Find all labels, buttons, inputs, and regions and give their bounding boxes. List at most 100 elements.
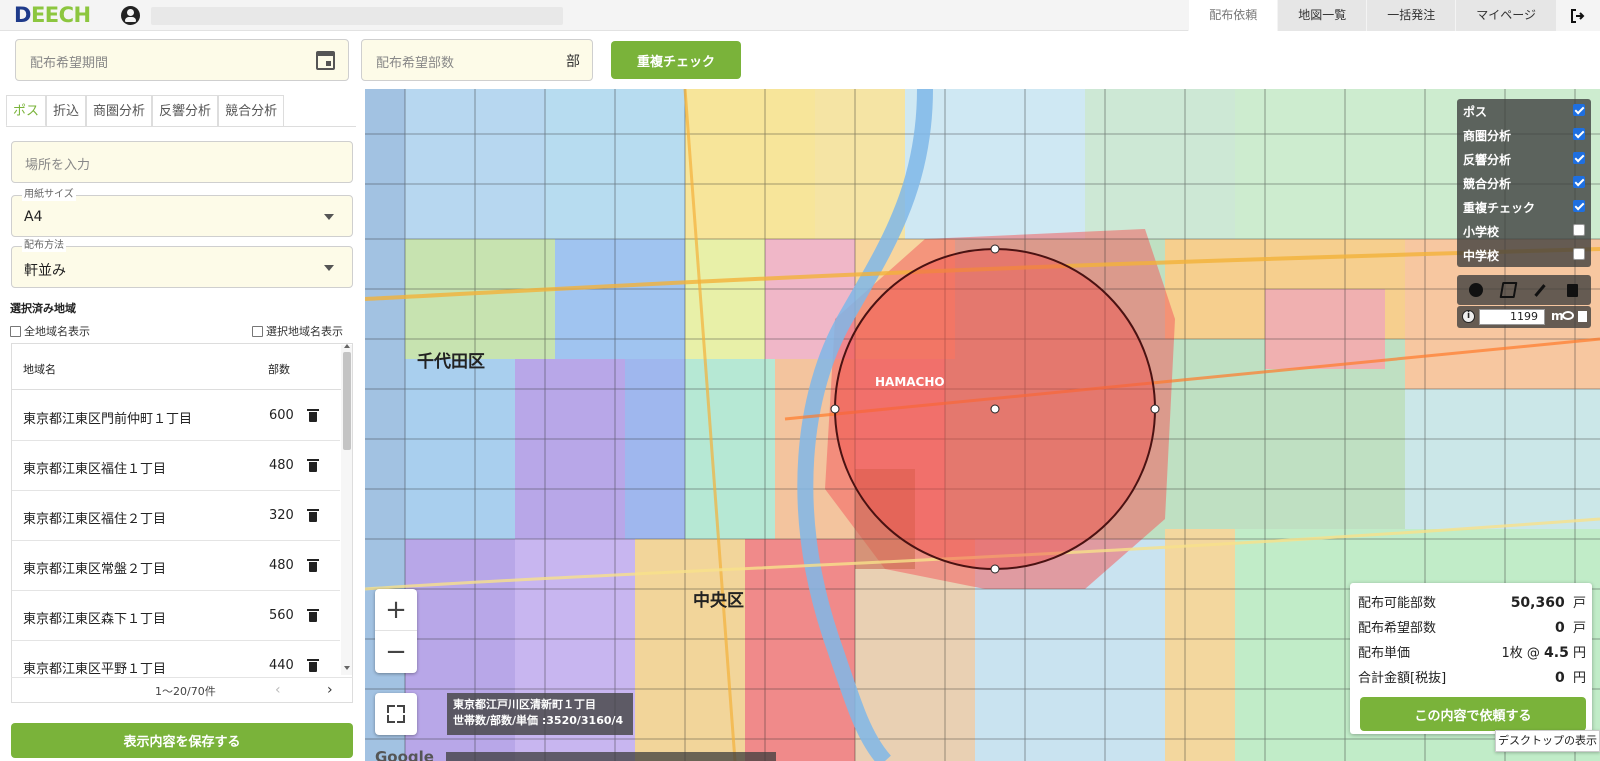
tab-competitor[interactable]: 競合分析 <box>218 95 285 127</box>
analysis-tabs: ポス 折込 商圏分析 反響分析 競合分析 <box>6 95 285 127</box>
tab-trade-area[interactable]: 商圏分析 <box>86 95 153 127</box>
layer-trade-area[interactable]: 商圏分析 <box>1463 123 1589 147</box>
checkbox-icon[interactable] <box>1573 176 1585 188</box>
tab-divider <box>6 126 356 127</box>
nav-tab-distribution-request[interactable]: 配布依頼 <box>1188 0 1278 31</box>
draw-polygon-icon[interactable] <box>1495 278 1521 302</box>
distribution-copies-placeholder: 配布希望部数 <box>376 56 455 71</box>
layer-junior-high-school[interactable]: 中学校 <box>1463 243 1589 267</box>
distribution-period-field[interactable]: 配布希望期間 <box>15 39 349 81</box>
scroll-down-icon[interactable] <box>344 666 350 670</box>
info-icon[interactable]: i <box>1462 310 1475 323</box>
trash-icon[interactable] <box>1559 278 1585 302</box>
trash-icon[interactable] <box>307 609 319 623</box>
map-label-chiyoda: 千代田区 <box>417 352 485 372</box>
eye-off-icon[interactable] <box>1562 311 1574 320</box>
nav-tab-map-list[interactable]: 地図一覧 <box>1277 0 1367 31</box>
col-copies: 部数 <box>268 363 290 376</box>
summary-total: 合計金額[税抜] 0 円 <box>1358 670 1586 686</box>
calendar-icon[interactable] <box>316 51 335 70</box>
chevron-down-icon <box>324 265 334 271</box>
layer-elementary-school[interactable]: 小学校 <box>1463 219 1589 243</box>
map-label-chuo: 中央区 <box>693 591 744 611</box>
area-name: 東京都江東区福住１丁目 <box>23 462 167 477</box>
table-row: 東京都江東区森下１丁目 560 <box>12 591 340 641</box>
chevron-left-icon[interactable]: ‹ <box>275 682 281 698</box>
user-icon[interactable] <box>121 6 140 25</box>
area-name: 東京都江東区森下１丁目 <box>23 612 167 627</box>
table-row: 東京都江東区常盤２丁目 480 <box>12 541 340 591</box>
hover-area-stats: 世帯数/部数/単価 :3520/3160/4 <box>453 714 624 727</box>
selected-areas-table: 地域名 部数 東京都江東区門前仲町１丁目 600 東京都江東区福住１丁目 480… <box>11 343 353 677</box>
table-row: 東京都江東区福住２丁目 320 <box>12 491 340 541</box>
tab-response[interactable]: 反響分析 <box>152 95 219 127</box>
duplicate-check-button[interactable]: 重複チェック <box>611 41 741 79</box>
show-all-names-label: 全地域名表示 <box>24 325 90 338</box>
layer-competitor[interactable]: 競合分析 <box>1463 171 1589 195</box>
summary-requested: 配布希望部数 0 戸 <box>1358 620 1586 636</box>
trash-icon[interactable] <box>307 509 319 523</box>
draw-circle-icon[interactable] <box>1463 278 1489 302</box>
zoom-out-button[interactable]: − <box>375 631 417 673</box>
paper-size-value: A4 <box>24 209 43 225</box>
logout-button[interactable] <box>1556 0 1600 31</box>
table-row: 東京都江東区福住１丁目 480 <box>12 441 340 491</box>
nav-tab-my-page[interactable]: マイページ <box>1455 0 1556 31</box>
layer-response[interactable]: 反響分析 <box>1463 147 1589 171</box>
distribution-method-label: 配布方法 <box>22 240 66 252</box>
show-selected-names-checkbox[interactable]: 選択地域名表示 <box>252 323 343 339</box>
place-search-placeholder: 場所を入力 <box>25 158 91 173</box>
paper-size-label: 用紙サイズ <box>22 189 76 201</box>
area-count: 440 <box>269 658 294 673</box>
trash-icon[interactable] <box>307 459 319 473</box>
table-row: 東京都江東区門前仲町１丁目 600 <box>12 391 340 441</box>
checkbox-icon[interactable] <box>10 325 21 337</box>
draw-line-icon[interactable] <box>1527 278 1553 302</box>
nav-tab-bulk-order[interactable]: 一括発注 <box>1366 0 1456 31</box>
trash-icon[interactable] <box>307 559 319 573</box>
place-search-input[interactable]: 場所を入力 <box>11 141 353 183</box>
map-label-hamacho: HAMACHO <box>875 375 945 389</box>
pager-info: 1～20/70件 <box>155 685 216 698</box>
save-view-button[interactable]: 表示内容を保存する <box>11 723 353 758</box>
deech-logo[interactable]: DEECH <box>14 3 91 27</box>
trash-icon[interactable] <box>1578 311 1587 322</box>
checkbox-icon[interactable] <box>1573 200 1585 212</box>
logout-icon <box>1571 8 1585 23</box>
checkbox-icon[interactable] <box>1573 104 1585 116</box>
checkbox-icon[interactable] <box>1573 224 1585 236</box>
trash-icon[interactable] <box>307 659 319 673</box>
layer-toggle-panel: ポス 商圏分析 反響分析 競合分析 重複チェック 小学校 中学校 <box>1457 99 1591 267</box>
area-name: 東京都江東区平野１丁目 <box>23 662 167 677</box>
table-scrollbar-thumb[interactable] <box>343 352 351 450</box>
show-all-names-checkbox[interactable]: 全地域名表示 <box>10 323 90 339</box>
zoom-in-button[interactable]: + <box>375 589 417 631</box>
area-name: 東京都江東区門前仲町１丁目 <box>23 412 193 427</box>
distribution-copies-field[interactable]: 配布希望部数 部 <box>361 39 593 81</box>
zoom-control: + − <box>375 589 417 673</box>
trash-icon[interactable] <box>307 409 319 423</box>
area-count: 600 <box>269 408 294 423</box>
checkbox-icon[interactable] <box>252 325 263 337</box>
scroll-up-icon[interactable] <box>344 344 350 348</box>
summary-available: 配布可能部数 50,360 戸 <box>1358 595 1586 611</box>
checkbox-icon[interactable] <box>1573 248 1585 260</box>
layer-duplicate-check[interactable]: 重複チェック <box>1463 195 1589 219</box>
checkbox-icon[interactable] <box>1573 152 1585 164</box>
tab-insert[interactable]: 折込 <box>46 95 87 127</box>
fullscreen-button[interactable] <box>375 693 417 735</box>
desktop-view-tooltip[interactable]: デスクトップの表示 <box>1495 730 1600 752</box>
tab-posting[interactable]: ポス <box>6 95 47 127</box>
distribution-method-select[interactable]: 配布方法 軒並み <box>11 240 353 288</box>
chevron-right-icon[interactable]: › <box>327 682 333 698</box>
distribution-period-placeholder: 配布希望期間 <box>30 56 109 71</box>
radius-input[interactable]: 1199 <box>1479 309 1545 325</box>
layer-posting[interactable]: ポス <box>1463 99 1589 123</box>
distribution-method-value: 軒並み <box>24 263 66 279</box>
paper-size-select[interactable]: 用紙サイズ A4 <box>11 189 353 237</box>
checkbox-icon[interactable] <box>1573 128 1585 140</box>
main-nav: 配布依頼 地図一覧 一括発注 マイページ <box>1188 0 1600 31</box>
top-bar: DEECH 配布依頼 地図一覧 一括発注 マイページ <box>0 0 1600 31</box>
submit-order-button[interactable]: この内容で依頼する <box>1360 697 1586 731</box>
area-count: 480 <box>269 558 294 573</box>
